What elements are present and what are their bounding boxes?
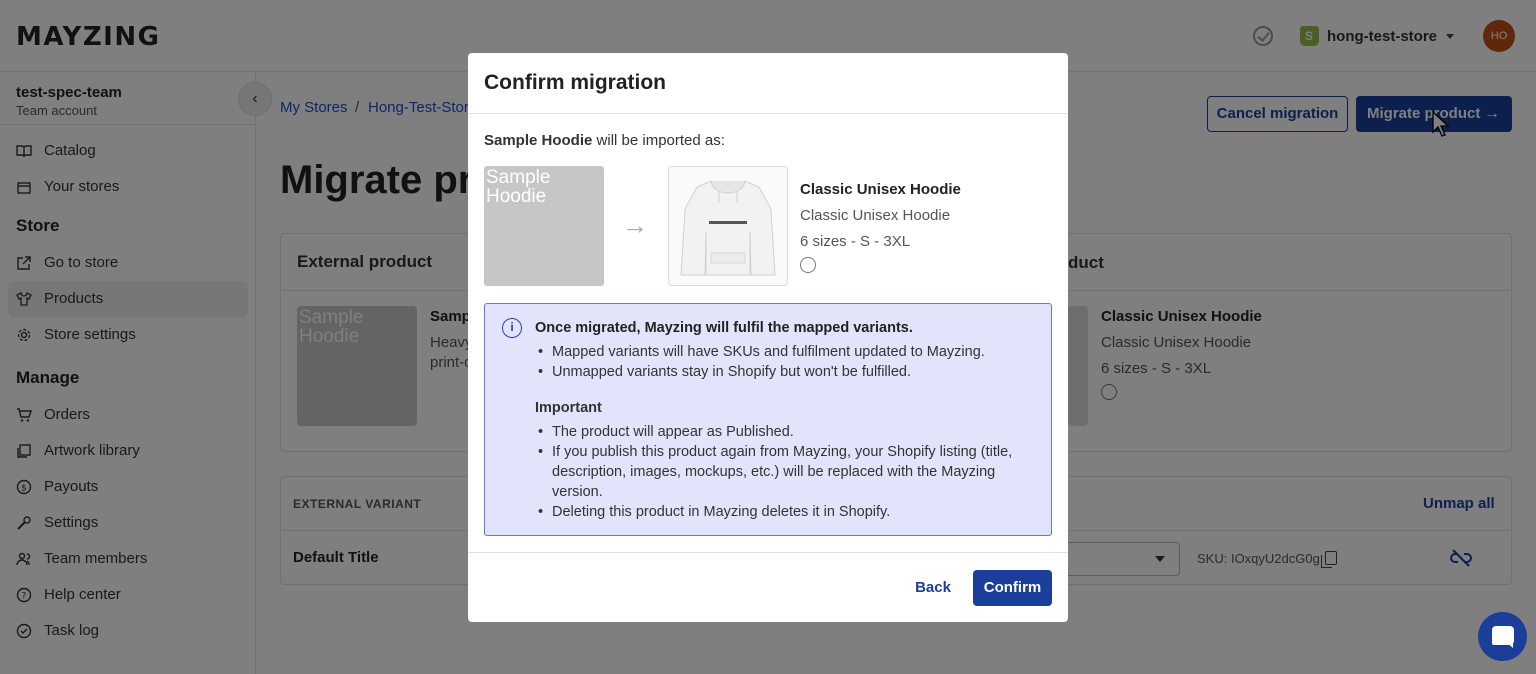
hoodie-image	[668, 166, 788, 286]
info-bullets: Mapped variants will have SKUs and fulfi…	[535, 342, 1040, 382]
confirm-button[interactable]: Confirm	[973, 570, 1052, 606]
import-suffix: will be imported as:	[592, 132, 725, 149]
confirm-migration-dialog: Confirm migration Sample Hoodie will be …	[468, 53, 1068, 622]
important-bullet: Deleting this product in Mayzing deletes…	[535, 502, 1040, 522]
info-title: Once migrated, Mayzing will fulfil the m…	[535, 320, 913, 336]
source-product-image: Sample Hoodie	[484, 166, 604, 286]
important-title: Important	[535, 400, 602, 416]
dialog-footer-divider	[468, 552, 1068, 553]
important-bullet: The product will appear as Published.	[535, 422, 1040, 442]
chat-icon[interactable]	[1478, 612, 1527, 661]
target-product-name: Classic Unisex Hoodie	[800, 181, 961, 198]
import-product-name: Sample Hoodie	[484, 132, 593, 149]
color-radio[interactable]	[800, 257, 816, 273]
info-bullet: Unmapped variants stay in Shopify but wo…	[535, 362, 1040, 382]
info-bullet: Mapped variants will have SKUs and fulfi…	[535, 342, 1040, 362]
info-callout: i Once migrated, Mayzing will fulfil the…	[484, 303, 1052, 536]
arrow-right-icon: →	[622, 210, 648, 240]
dialog-divider	[468, 113, 1068, 114]
target-product-sizes: 6 sizes - S - 3XL	[800, 233, 911, 250]
target-product-subtitle: Classic Unisex Hoodie	[800, 207, 951, 224]
import-summary: Sample Hoodie will be imported as:	[484, 132, 725, 149]
important-bullets: The product will appear as Published. If…	[535, 422, 1040, 522]
dialog-title: Confirm migration	[484, 71, 666, 94]
important-bullet: If you publish this product again from M…	[535, 442, 1040, 502]
back-button[interactable]: Back	[908, 570, 958, 606]
info-icon: i	[502, 318, 522, 338]
